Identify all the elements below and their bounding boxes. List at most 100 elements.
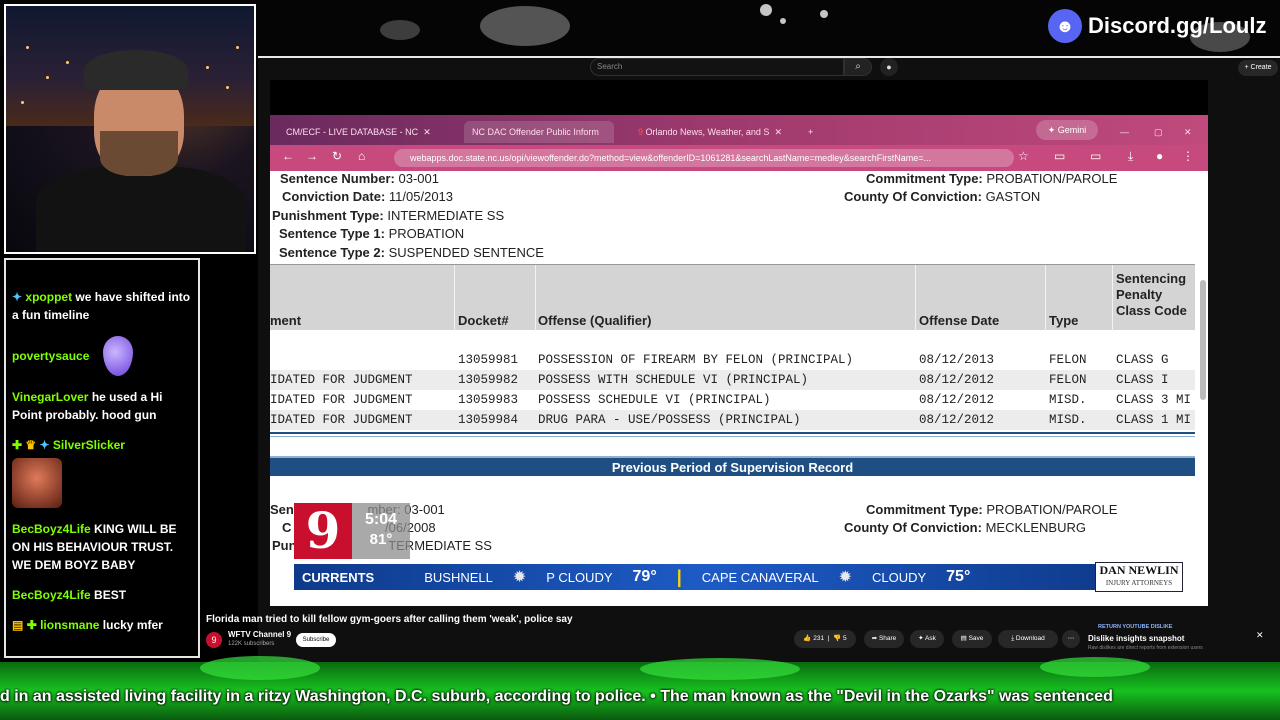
- tab-label: Orlando News, Weather, and S: [645, 127, 770, 137]
- chat-message: BecBoyz4Life BEST: [12, 586, 192, 604]
- table-divider: [270, 432, 1195, 434]
- record-commitment-type: Commitment Type: PROBATION/PAROLE: [866, 171, 1118, 186]
- chat-username[interactable]: xpoppet: [25, 290, 72, 304]
- save-button[interactable]: ▤ Save: [952, 630, 992, 648]
- record-sentence-type1: Sentence Type 1: PROBATION: [279, 226, 465, 241]
- badge-icon: ✚: [12, 438, 23, 452]
- chat-username[interactable]: BecBoyz4Life: [12, 588, 91, 602]
- chat-message: povertysauce: [12, 336, 192, 376]
- prev-county: County Of Conviction: MECKLENBURG: [844, 520, 1086, 535]
- record-sentence-type2: Sentence Type 2: SUSPENDED SENTENCE: [279, 245, 544, 260]
- channel-avatar[interactable]: 9: [206, 632, 222, 648]
- search-icon[interactable]: ⌕: [844, 58, 872, 76]
- crown-icon: ♛: [25, 438, 37, 452]
- sponsor-subtitle: INJURY ATTORNEYS: [1105, 579, 1173, 587]
- download-button[interactable]: ⤓ Download: [998, 630, 1058, 648]
- table-divider: [270, 436, 1195, 437]
- gemini-label: Gemini: [1057, 125, 1087, 135]
- discord-icon: ☻: [1048, 9, 1082, 43]
- record-sentence-number: Sentence Number: 03-001: [280, 171, 439, 186]
- weather-location: CAPE CANAVERAL: [701, 569, 819, 585]
- extensions-icon[interactable]: ▭: [1054, 149, 1065, 163]
- close-icon[interactable]: ✕: [1176, 121, 1200, 143]
- col-header-penalty-class: Sentencing Penalty Class Code: [1116, 271, 1187, 318]
- chat-username[interactable]: povertysauce: [12, 347, 89, 365]
- news-temp: 81°: [369, 531, 393, 548]
- weather-condition: P CLOUDY: [546, 569, 613, 585]
- maximize-icon[interactable]: ▢: [1146, 121, 1171, 143]
- record-conviction-date: Conviction Date: 11/05/2013: [282, 189, 454, 204]
- news-crawl: d in an assisted living facility in a ri…: [0, 688, 1113, 705]
- video-letterbox: [270, 80, 1208, 115]
- subscribe-button[interactable]: Subscribe: [296, 633, 336, 647]
- streamer-cap: [84, 50, 188, 90]
- browser-tab[interactable]: CM/ECF - LIVE DATABASE - NC ✕: [278, 121, 448, 143]
- minimize-icon[interactable]: —: [1112, 121, 1137, 143]
- nine-favicon-icon: 9: [638, 127, 644, 137]
- bookmark-star-icon[interactable]: ☆: [1018, 149, 1029, 163]
- sponsor-logo: DAN NEWLIN INJURY ATTORNEYS: [1095, 562, 1183, 592]
- channel-subs: 122K subscribers: [228, 641, 275, 647]
- video-player[interactable]: CM/ECF - LIVE DATABASE - NC ✕ NC DAC Off…: [270, 80, 1208, 606]
- chat-username[interactable]: SilverSlicker: [53, 438, 125, 452]
- sword-icon: ✦: [12, 290, 23, 304]
- discord-banner: ☻ Discord.gg/Loulz: [1048, 8, 1274, 44]
- gemini-button[interactable]: ✦ Gemini: [1036, 120, 1098, 140]
- share-button[interactable]: ➦ Share: [864, 630, 904, 648]
- search-input[interactable]: Search: [590, 58, 844, 76]
- record-county: County Of Conviction: GASTON: [844, 189, 1041, 204]
- forward-icon[interactable]: →: [306, 149, 318, 163]
- browser-tabbar: CM/ECF - LIVE DATABASE - NC ✕ NC DAC Off…: [270, 115, 1208, 159]
- sponsor-name: DAN NEWLIN: [1099, 563, 1179, 577]
- news-time-temp: 5:04 81°: [352, 503, 410, 559]
- create-button[interactable]: + Create: [1238, 60, 1278, 76]
- browser-tab-active[interactable]: NC DAC Offender Public Inform ✕: [464, 121, 614, 159]
- weather-temp: 75°: [946, 568, 971, 585]
- url-field[interactable]: webapps.doc.state.nc.us/opi/viewoffender…: [394, 149, 1014, 167]
- record-punishment-type: Punishment Type: INTERMEDIATE SS: [272, 208, 505, 223]
- video-title: Florida man tried to kill fellow gym-goe…: [206, 614, 573, 625]
- sidebar-icon[interactable]: ▭: [1090, 149, 1101, 163]
- like-dislike-button[interactable]: 👍 231 | 👎 5: [794, 630, 856, 648]
- table-row: IDATED FOR JUDGMENT 13059982 POSSESS WIT…: [270, 370, 1195, 390]
- extension-badge: RETURN YOUTUBE DISLIKE: [1098, 624, 1173, 630]
- chat-text: BEST: [94, 588, 127, 602]
- weather-location: BUSHNELL: [424, 569, 493, 585]
- offense-table-header: ment Docket# Offense (Qualifier) Offense…: [270, 264, 1195, 331]
- page-scrollbar[interactable]: [1200, 280, 1206, 400]
- thumbs-down-icon: 👎: [833, 635, 842, 642]
- download-icon[interactable]: ⤓: [1128, 149, 1133, 164]
- face-emote-icon: [12, 458, 62, 508]
- chat-text: lucky mfer: [102, 618, 163, 632]
- close-icon[interactable]: ✕: [1256, 630, 1264, 641]
- mic-icon[interactable]: ●: [880, 58, 898, 76]
- ticker-separator: |: [676, 566, 682, 587]
- chat-username[interactable]: VinegarLover: [12, 390, 88, 404]
- more-icon[interactable]: ⋯: [1062, 630, 1080, 648]
- extension-subtitle: Raw dislikes are direct reports from ext…: [1088, 645, 1203, 651]
- profile-icon[interactable]: ●: [1156, 149, 1163, 163]
- ask-button[interactable]: ✦ Ask: [910, 630, 944, 648]
- menu-icon[interactable]: ⋮: [1182, 149, 1194, 163]
- news-time: 5:04: [364, 511, 398, 528]
- chat-username[interactable]: lionsmane: [40, 618, 99, 632]
- back-icon[interactable]: ←: [282, 149, 294, 163]
- prev-commitment-type: Commitment Type: PROBATION/PAROLE: [866, 502, 1118, 517]
- channel-name[interactable]: WFTV Channel 9: [228, 630, 291, 639]
- col-header-offense-date: Offense Date: [919, 313, 1000, 328]
- youtube-window: Search ⌕ ● + Create CM/ECF - LIVE DATABA…: [206, 56, 1280, 662]
- col-header-judgment: ment: [270, 313, 302, 328]
- reload-icon[interactable]: ↻: [332, 149, 342, 163]
- col-header-docket: Docket#: [458, 313, 509, 328]
- table-row: 13059981 POSSESSION OF FIREARM BY FELON …: [458, 353, 1169, 367]
- home-icon[interactable]: ⌂: [358, 149, 365, 163]
- browser-tab[interactable]: 9 Orlando News, Weather, and S ✕: [630, 121, 790, 143]
- dislike-extension-panel: RETURN YOUTUBE DISLIKE Dislike insights …: [1088, 624, 1268, 658]
- chat-message: BecBoyz4Life KING WILL BE ON HIS BEHAVIO…: [12, 520, 192, 574]
- chat-message: ▤ ✚ lionsmane lucky mfer: [12, 616, 192, 634]
- streamer-beard: [100, 131, 178, 176]
- chat-username[interactable]: BecBoyz4Life: [12, 522, 91, 536]
- ticker-label: CURRENTS: [302, 569, 375, 585]
- new-tab-icon[interactable]: +: [800, 121, 821, 143]
- badge-icon: ✚: [26, 618, 37, 632]
